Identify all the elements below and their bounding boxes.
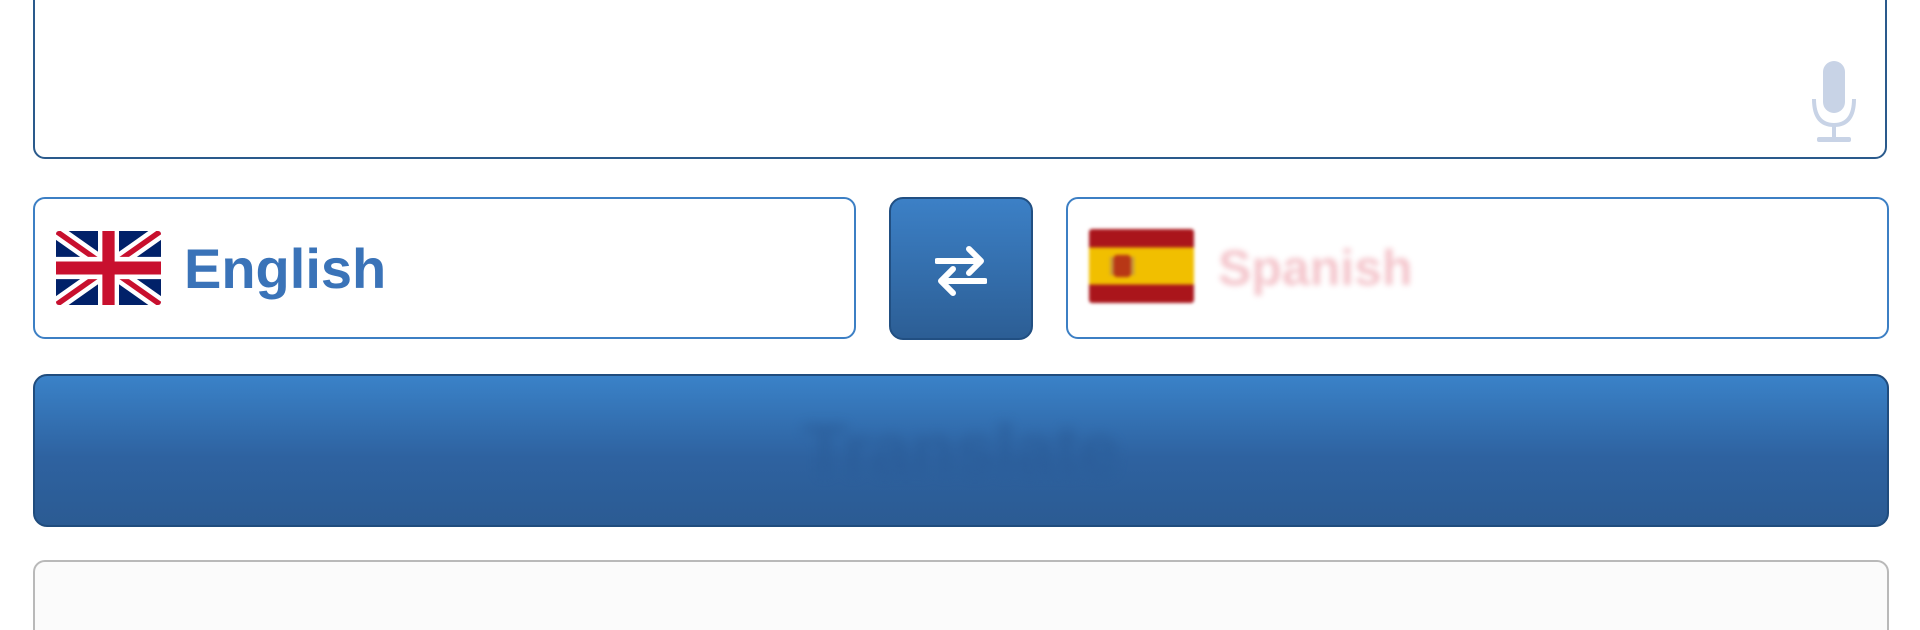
spain-flag-icon [1089,228,1194,303]
swap-languages-button[interactable] [889,197,1033,340]
uk-flag-icon [56,231,161,305]
translator-screen: English Spanish Translate [0,0,1920,630]
source-text-input[interactable] [33,0,1887,159]
swap-arrows-icon [935,245,987,296]
source-language-label: English [184,236,387,300]
translation-output [33,560,1889,630]
microphone-icon[interactable] [1809,61,1859,145]
target-language-label: Spanish [1218,240,1413,296]
target-language-selector[interactable]: Spanish [1066,197,1889,339]
spain-flag-wrapper [1068,228,1194,308]
translate-button-label: Translate [802,410,1120,491]
translate-button[interactable]: Translate [33,374,1889,527]
source-language-selector[interactable]: English [33,197,856,339]
